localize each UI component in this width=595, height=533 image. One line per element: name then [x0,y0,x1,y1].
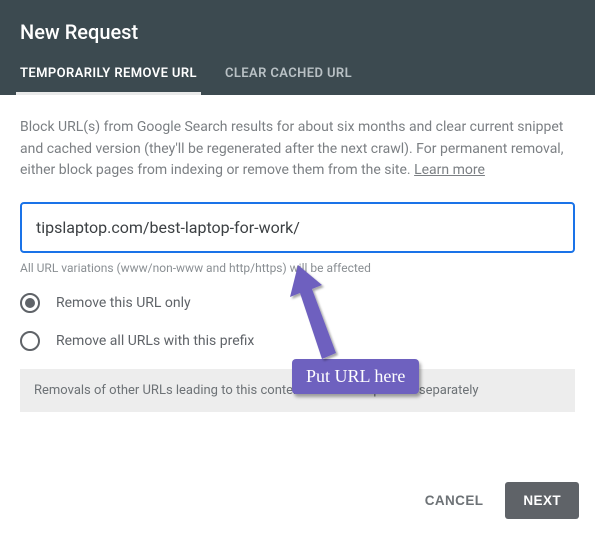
tab-bar: TEMPORARILY REMOVE URL CLEAR CACHED URL [20,66,575,95]
notice-bar: Removals of other URLs leading to this c… [20,369,575,412]
learn-more-link[interactable]: Learn more [414,162,485,178]
radio-label: Remove this URL only [56,295,191,311]
dialog-header: New Request TEMPORARILY REMOVE URL CLEAR… [0,0,595,95]
dialog-footer: CANCEL NEXT [417,482,579,519]
radio-button-icon [20,293,40,313]
radio-label: Remove all URLs with this prefix [56,333,254,349]
description-text: Block URL(s) from Google Search results … [20,117,575,182]
tab-clear-cached[interactable]: CLEAR CACHED URL [225,66,352,95]
url-input[interactable] [20,202,575,253]
next-button[interactable]: NEXT [505,482,579,519]
radio-remove-this-url[interactable]: Remove this URL only [20,293,575,313]
dialog-content: Block URL(s) from Google Search results … [0,95,595,424]
radio-remove-prefix[interactable]: Remove all URLs with this prefix [20,331,575,351]
radio-group: Remove this URL only Remove all URLs wit… [20,293,575,351]
cancel-button[interactable]: CANCEL [417,483,492,518]
dialog-title: New Request [20,20,575,44]
radio-button-icon [20,331,40,351]
url-hint: All URL variations (www/non-www and http… [20,261,575,275]
tab-temporarily-remove[interactable]: TEMPORARILY REMOVE URL [20,66,197,95]
